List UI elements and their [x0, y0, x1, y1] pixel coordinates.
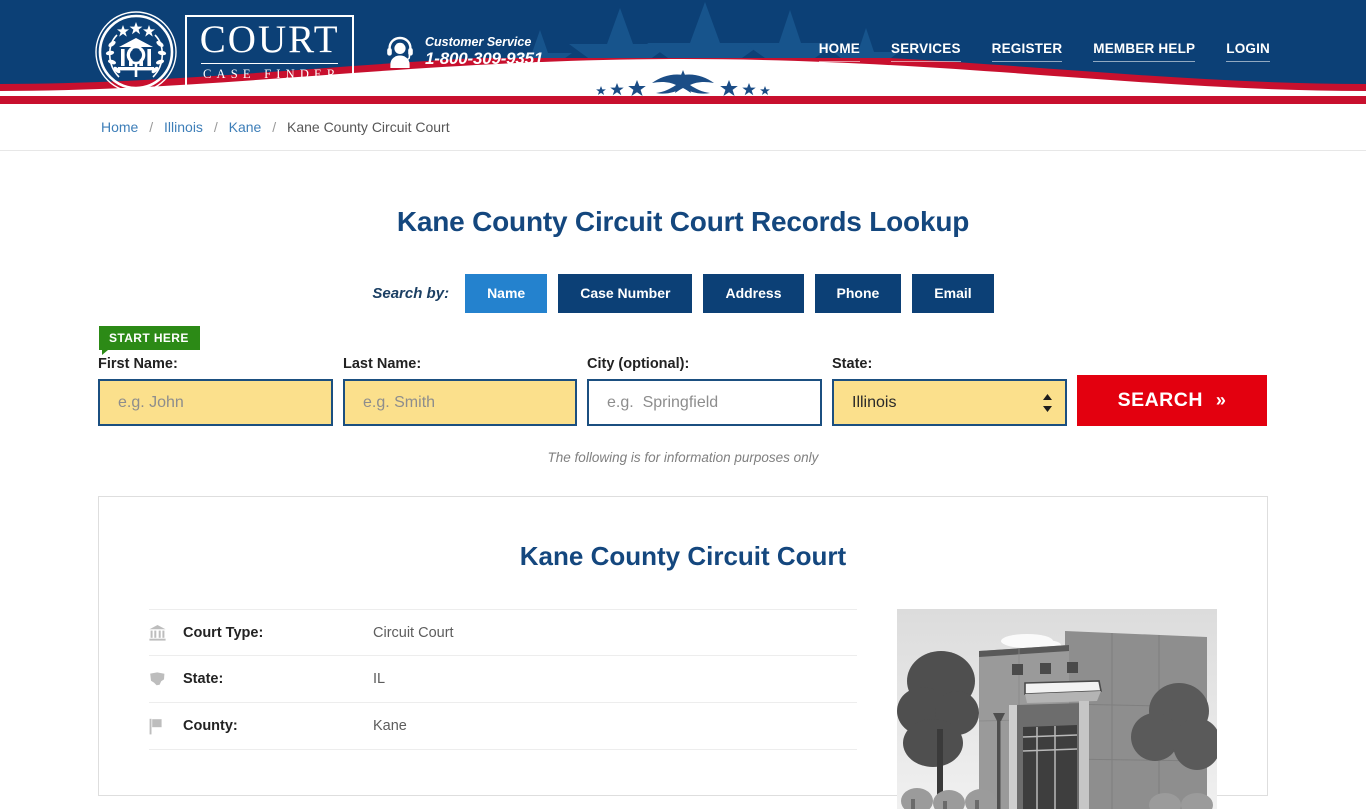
- last-name-label: Last Name:: [343, 356, 422, 372]
- breadcrumb: Home / Illinois / Kane / Kane County Cir…: [101, 119, 450, 135]
- court-info-card: Kane County Circuit Court Court Type: Ci…: [98, 496, 1268, 809]
- table-row: Court Type: Circuit Court: [149, 609, 857, 656]
- breadcrumb-separator: /: [272, 119, 277, 135]
- search-by-label: Search by:: [372, 285, 450, 302]
- breadcrumb-bar: Home / Illinois / Kane / Kane County Cir…: [0, 104, 1366, 151]
- breadcrumb-item-current: Kane County Circuit Court: [286, 119, 450, 135]
- search-by-tabs: Search by: Name Case Number Address Phon…: [0, 274, 1366, 313]
- state-select[interactable]: Illinois: [832, 379, 1067, 426]
- row-label: County:: [183, 718, 238, 734]
- first-name-field-group: First Name:: [98, 356, 333, 426]
- bank-icon: [149, 624, 183, 641]
- table-row: State: IL: [149, 656, 857, 703]
- start-here-badge: START HERE: [99, 326, 200, 355]
- tab-name[interactable]: Name: [465, 274, 548, 313]
- last-name-input[interactable]: [343, 379, 577, 426]
- customer-service-label: Customer Service: [425, 35, 532, 50]
- double-chevron-right-icon: »: [1215, 390, 1227, 410]
- city-input[interactable]: [587, 379, 822, 426]
- breadcrumb-separator: /: [149, 119, 154, 135]
- city-label: City (optional):: [587, 356, 690, 372]
- eagle-stars-emblem: [596, 70, 770, 96]
- tab-case-number[interactable]: Case Number: [558, 274, 693, 313]
- row-value: Kane: [373, 718, 407, 734]
- last-name-field-group: Last Name:: [343, 356, 577, 426]
- court-name-title: Kane County Circuit Court: [519, 541, 847, 571]
- state-label: State:: [832, 356, 873, 372]
- court-details-table: Court Type: Circuit Court State: IL Coun…: [149, 609, 857, 809]
- search-button[interactable]: SEARCH »: [1077, 375, 1267, 426]
- breadcrumb-separator: /: [213, 119, 218, 135]
- breadcrumb-item-home[interactable]: Home: [101, 119, 138, 135]
- site-header: COURT CASE FINDER Customer Service 1-800…: [0, 0, 1366, 104]
- disclaimer-text: The following is for information purpose…: [547, 450, 819, 465]
- tab-email[interactable]: Email: [912, 274, 994, 313]
- breadcrumb-item-kane[interactable]: Kane: [229, 119, 262, 135]
- tab-phone[interactable]: Phone: [814, 274, 902, 313]
- courthouse-building-photo: [897, 609, 1217, 809]
- first-name-label: First Name:: [98, 356, 178, 372]
- table-row: County: Kane: [149, 703, 857, 750]
- search-button-label: SEARCH: [1117, 389, 1203, 411]
- breadcrumb-item-illinois[interactable]: Illinois: [164, 119, 203, 135]
- logo-main-text: COURT: [199, 18, 340, 62]
- city-field-group: City (optional):: [587, 356, 822, 426]
- row-value: IL: [373, 671, 386, 687]
- row-label: State:: [183, 671, 224, 687]
- state-shape-icon: [149, 671, 183, 687]
- tab-address[interactable]: Address: [703, 274, 804, 313]
- row-value: Circuit Court: [373, 624, 454, 641]
- flag-icon: [149, 718, 183, 735]
- search-form: START HERE First Name: Last Name: City (…: [0, 326, 1366, 426]
- row-label: Court Type:: [183, 624, 264, 641]
- page-title: Kane County Circuit Court Records Lookup: [396, 206, 970, 237]
- first-name-input[interactable]: [98, 379, 333, 426]
- state-field-group: State: Illinois: [832, 356, 1067, 426]
